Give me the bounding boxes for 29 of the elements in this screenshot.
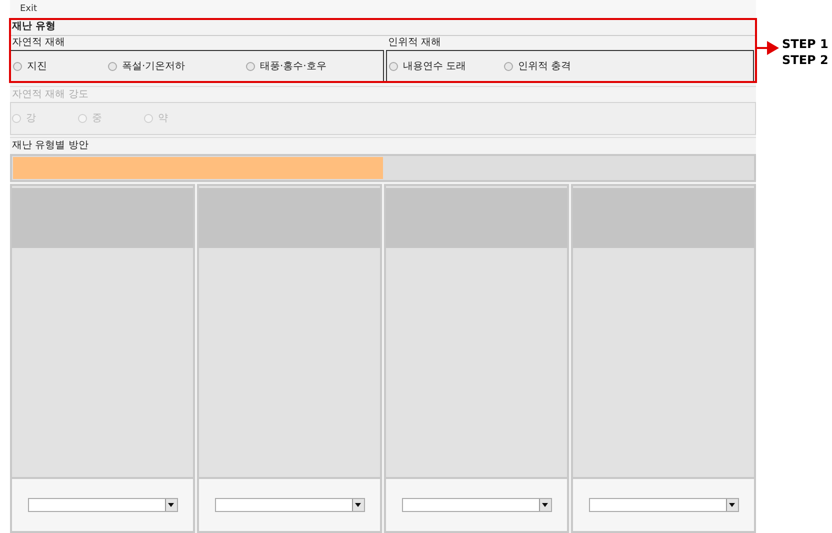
section-title: 재난 유형 (11, 20, 56, 34)
menu-item[interactable]: Exit (20, 2, 38, 16)
step-label: STEP 1 (782, 36, 828, 52)
arrow-icon (757, 40, 779, 56)
radio-label: 폭설·기온저하 (122, 60, 186, 74)
caret-icon (542, 503, 548, 507)
radio-label: 태풍·홍수·호우 (260, 60, 326, 74)
dropdown[interactable] (588, 498, 738, 512)
radio-label: 지진 (27, 60, 47, 74)
group-title: 인위적 재해 (387, 36, 442, 50)
caret-icon (168, 503, 174, 507)
dropdown[interactable] (28, 498, 178, 512)
dropdown[interactable] (214, 498, 364, 512)
step-label: STEP 2 (782, 52, 828, 68)
radio-button[interactable] (13, 62, 22, 70)
dropdown[interactable] (402, 498, 552, 512)
caret-icon (729, 503, 735, 507)
radio-button[interactable] (246, 62, 255, 70)
radio-label: 약 (158, 112, 168, 126)
radio-label: 내용연수 도래 (403, 60, 466, 74)
radio-label: 인위적 충격 (518, 60, 572, 74)
section-title: 재난 유형별 방안 (10, 137, 756, 153)
radio-button[interactable] (504, 62, 513, 70)
radio-label: 중 (92, 112, 102, 126)
radio-label: 강 (26, 112, 36, 126)
radio-button[interactable] (389, 62, 398, 70)
group-title: 자연적 재해 (11, 36, 66, 50)
radio-button[interactable] (108, 62, 117, 70)
caret-icon (355, 503, 361, 507)
